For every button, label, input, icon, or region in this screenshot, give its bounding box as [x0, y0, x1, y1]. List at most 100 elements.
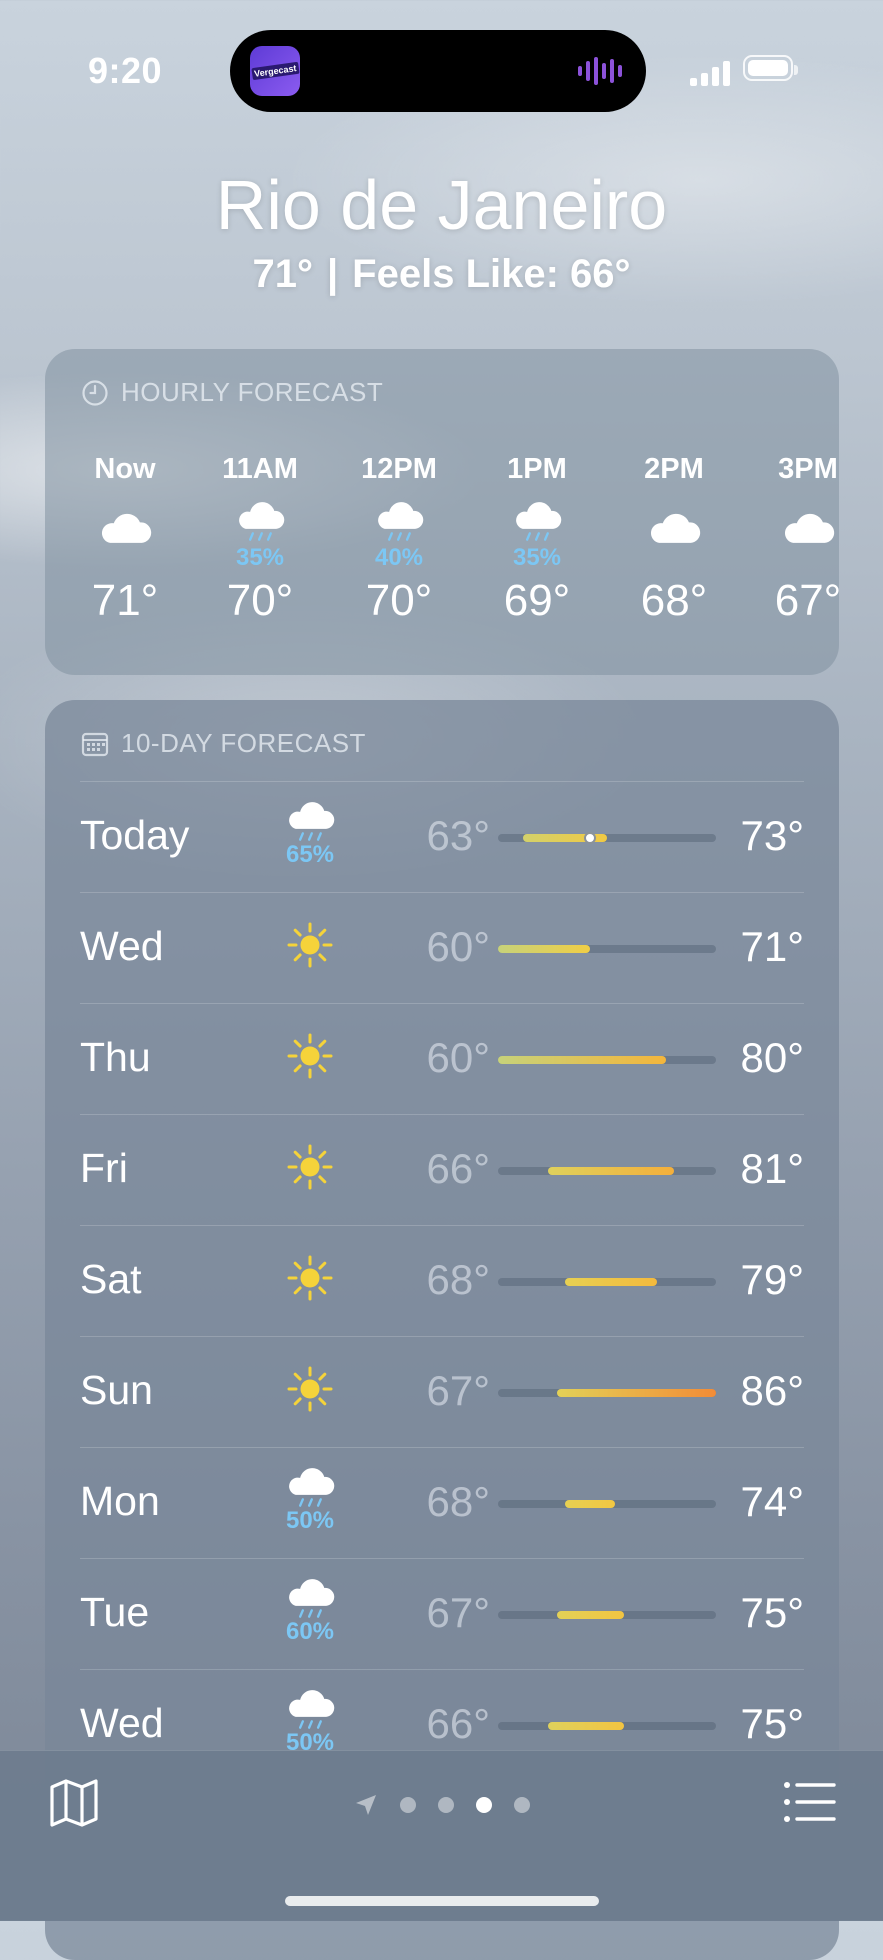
day-label: Fri	[80, 1145, 128, 1191]
hour-label: 1PM	[507, 453, 567, 485]
city-name: Rio de Janeiro	[215, 166, 668, 244]
high-temperature: 74°	[740, 1478, 804, 1525]
daily-list: Today 65% 63° 73° Wed 60° 71° Thu 60° 80° Fri 66° 81…	[80, 781, 804, 1780]
temperature-range-bar	[498, 1389, 716, 1397]
page-indicator[interactable]	[0, 1793, 883, 1817]
precipitation-chance: 35%	[235, 544, 285, 571]
hourly-item: 3PM 67°	[748, 449, 839, 629]
hourly-forecast-title: HOURLY FORECAST	[121, 377, 384, 407]
low-temperature: 68°	[426, 1256, 490, 1303]
hour-temperature: 69°	[503, 576, 571, 625]
hourly-forecast-card[interactable]: HOURLY FORECAST Now 71° 11AM 35% 70° 12PM 40% 7…	[45, 349, 839, 675]
temperature-range-bar	[498, 945, 716, 953]
ten-day-forecast-title: 10-DAY FORECAST	[121, 728, 366, 758]
temperature-range-fill	[565, 1500, 616, 1508]
calendar-icon	[81, 732, 109, 756]
current-temp-dot	[584, 832, 597, 844]
cloud-rain-icon	[339, 495, 459, 545]
precipitation-chance: 40%	[374, 544, 424, 571]
hour-temperature: 70°	[226, 576, 294, 625]
cloud-rain-icon: 60%	[270, 1571, 350, 1651]
low-temperature: 60°	[426, 923, 490, 970]
low-temperature: 66°	[426, 1700, 490, 1747]
temperature-range-fill	[498, 1056, 666, 1064]
precipitation-chance	[748, 545, 839, 571]
current-conditions: 71° | Feels Like: 66°	[0, 252, 883, 297]
day-label: Thu	[80, 1034, 151, 1080]
cloud-rain-icon: 50%	[270, 1460, 350, 1540]
hour-label: 2PM	[644, 453, 704, 485]
audio-waveform-icon	[578, 56, 622, 86]
vergecast-app-icon: Vergecast	[250, 46, 300, 96]
page-dot[interactable]	[513, 1797, 530, 1813]
hour-label: 12PM	[361, 453, 437, 485]
precipitation-chance	[614, 545, 734, 571]
low-temperature: 67°	[426, 1589, 490, 1636]
hourly-list[interactable]: Now 71° 11AM 35% 70° 12PM 40% 70° 1PM 35% 69° 2PM 68…	[45, 449, 839, 659]
list-icon[interactable]	[783, 1781, 837, 1823]
sun-icon	[270, 1349, 350, 1429]
location-arrow-icon[interactable]	[354, 1793, 378, 1817]
hourly-item: Now 71°	[65, 449, 185, 629]
temperature-range-fill	[498, 945, 591, 953]
cloud-icon	[614, 495, 734, 545]
day-label: Wed	[80, 1700, 164, 1746]
precipitation-chance	[65, 545, 185, 571]
feels-like: Feels Like: 66°	[352, 252, 631, 296]
day-label: Mon	[80, 1478, 160, 1524]
precipitation-chance: 35%	[512, 544, 562, 571]
temperature-range-fill	[565, 1278, 658, 1286]
temperature-range-fill	[556, 1611, 624, 1619]
daily-row[interactable]: Sun 67° 86°	[80, 1336, 804, 1447]
daily-row[interactable]: Thu 60° 80°	[80, 1003, 804, 1114]
cloud-rain-icon: 65%	[270, 794, 350, 874]
low-temperature: 68°	[426, 1478, 490, 1525]
temperature-range-bar	[498, 1167, 716, 1175]
daily-row[interactable]: Wed 60° 71°	[80, 892, 804, 1003]
low-temperature: 63°	[426, 812, 490, 859]
high-temperature: 71°	[740, 923, 804, 970]
daily-row[interactable]: Today 65% 63° 73°	[80, 781, 804, 892]
daily-row[interactable]: Fri 66° 81°	[80, 1114, 804, 1225]
hour-label: Now	[94, 453, 156, 485]
low-temperature: 60°	[426, 1034, 490, 1081]
hourly-forecast-header: HOURLY FORECAST	[81, 377, 383, 408]
daily-row[interactable]: Sat 68° 79°	[80, 1225, 804, 1336]
daily-row[interactable]: Tue 60% 67° 75°	[80, 1558, 804, 1669]
low-temperature: 67°	[426, 1367, 490, 1414]
precipitation-chance: 65%	[285, 840, 335, 868]
temperature-range-bar	[498, 1500, 716, 1508]
cloud-rain-icon	[477, 495, 597, 545]
low-temperature: 66°	[426, 1145, 490, 1192]
day-label: Sun	[80, 1367, 153, 1413]
home-indicator[interactable]	[285, 1896, 599, 1906]
battery-icon	[743, 55, 798, 81]
cloud-rain-icon	[200, 495, 320, 545]
hour-temperature: 71°	[91, 576, 159, 625]
temperature-range-fill	[548, 1167, 675, 1175]
daily-row[interactable]: Mon 50% 68° 74°	[80, 1447, 804, 1558]
page-dot[interactable]	[399, 1797, 416, 1813]
temperature-range-fill	[548, 1722, 624, 1730]
hourly-item: 1PM 35% 69°	[477, 449, 597, 629]
high-temperature: 75°	[740, 1589, 804, 1636]
hour-temperature: 67°	[774, 576, 839, 625]
day-label: Wed	[80, 923, 164, 969]
cloud-icon	[748, 495, 839, 545]
hourly-item: 2PM 68°	[614, 449, 734, 629]
status-bar: 9:20 Vergecast	[0, 0, 883, 140]
page-dot-current[interactable]	[475, 1797, 492, 1813]
hourly-item: 12PM 40% 70°	[339, 449, 459, 629]
temperature-range-fill	[556, 1389, 716, 1397]
current-temperature: 71°	[252, 252, 313, 296]
hour-temperature: 68°	[640, 576, 708, 625]
dynamic-island[interactable]: Vergecast	[230, 30, 646, 112]
hourly-item: 11AM 35% 70°	[200, 449, 320, 629]
precipitation-chance: 50%	[285, 1506, 335, 1534]
temperature-range-bar	[498, 1056, 716, 1064]
high-temperature: 86°	[740, 1367, 804, 1414]
sun-icon	[270, 1238, 350, 1318]
high-temperature: 79°	[740, 1256, 804, 1303]
page-dot[interactable]	[437, 1797, 454, 1813]
high-temperature: 75°	[740, 1700, 804, 1747]
